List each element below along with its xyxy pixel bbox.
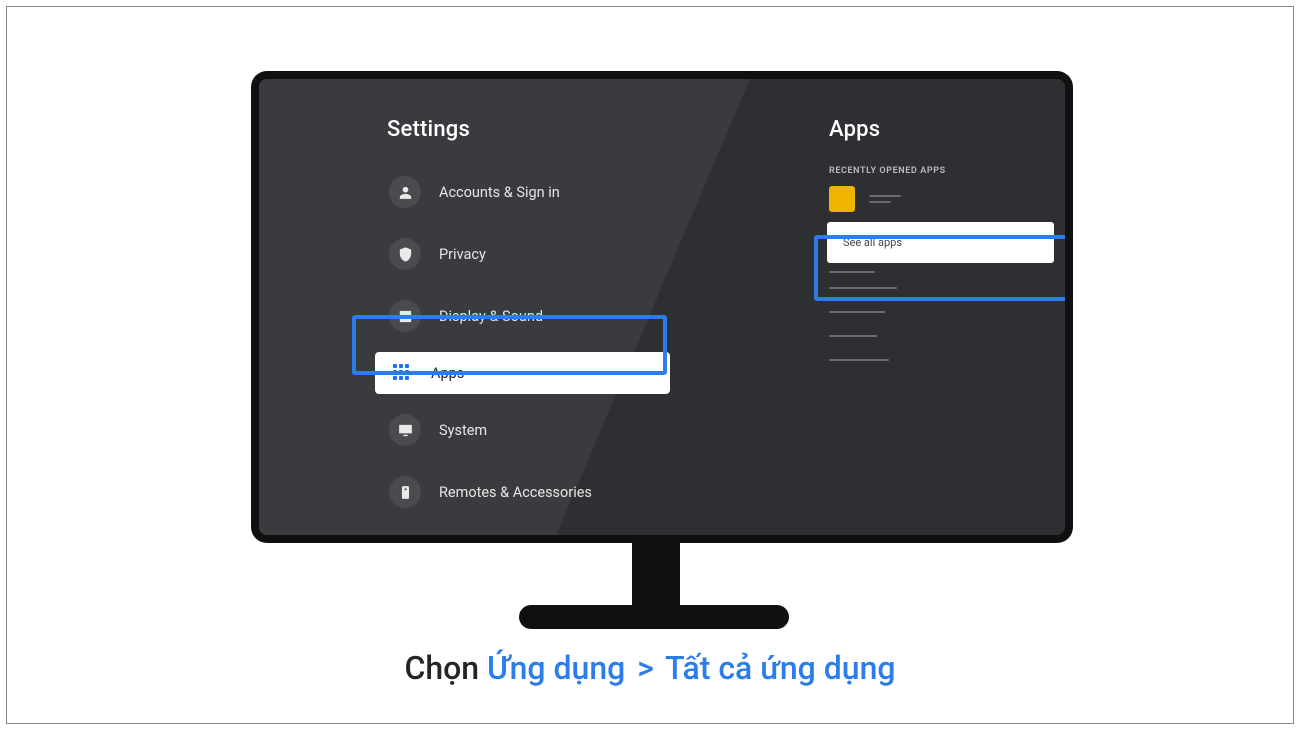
settings-item-label: Accounts & Sign in	[439, 184, 560, 201]
tv-screen: Settings Accounts & Sign in Privacy	[259, 79, 1065, 535]
document-frame: Settings Accounts & Sign in Privacy	[6, 6, 1294, 724]
apps-column: Apps RECENTLY OPENED APPS See all apps	[829, 117, 1065, 383]
tv-monitor-bezel: Settings Accounts & Sign in Privacy	[251, 71, 1073, 543]
settings-item-system[interactable]: System	[387, 404, 717, 456]
settings-item-label: Remotes & Accessories	[439, 484, 592, 501]
tv-stand-neck	[632, 535, 680, 609]
settings-item-apps[interactable]: Apps	[375, 352, 670, 394]
caption-step2: Tất cả ứng dụng	[665, 649, 895, 687]
settings-item-label: Display & Sound	[439, 308, 543, 325]
settings-item-accounts[interactable]: Accounts & Sign in	[387, 166, 717, 218]
permissions-section	[829, 271, 1065, 361]
settings-item-display[interactable]: Display & Sound	[387, 290, 717, 342]
settings-item-label: Privacy	[439, 246, 486, 263]
monitor-icon	[389, 414, 421, 446]
caption-prefix: Chọn	[404, 649, 487, 687]
remote-icon	[389, 476, 421, 508]
instruction-caption: Chọn Ứng dụng > Tất cả ứng dụng	[7, 649, 1293, 687]
tv-stand-base	[519, 605, 789, 629]
settings-column: Settings Accounts & Sign in Privacy	[387, 117, 717, 535]
recently-opened-header: RECENTLY OPENED APPS	[829, 166, 1065, 176]
see-all-apps-label: See all apps	[843, 236, 902, 249]
caption-step1: Ứng dụng	[487, 649, 625, 687]
see-all-apps-button[interactable]: See all apps	[827, 222, 1054, 263]
recent-app-item[interactable]	[829, 186, 1065, 212]
apps-title: Apps	[829, 117, 1065, 142]
image-icon	[389, 300, 421, 332]
settings-title: Settings	[387, 117, 717, 142]
shield-icon	[389, 238, 421, 270]
account-icon	[389, 176, 421, 208]
apps-icon	[393, 364, 411, 382]
settings-item-label: System	[439, 422, 487, 439]
settings-item-help[interactable]: Help & Feedback	[387, 528, 717, 535]
app-thumbnail	[829, 186, 855, 212]
settings-item-remotes[interactable]: Remotes & Accessories	[387, 466, 717, 518]
app-placeholder-lines	[869, 195, 901, 203]
settings-item-label: Apps	[431, 365, 464, 382]
settings-item-privacy[interactable]: Privacy	[387, 228, 717, 280]
caption-separator: >	[637, 649, 654, 687]
